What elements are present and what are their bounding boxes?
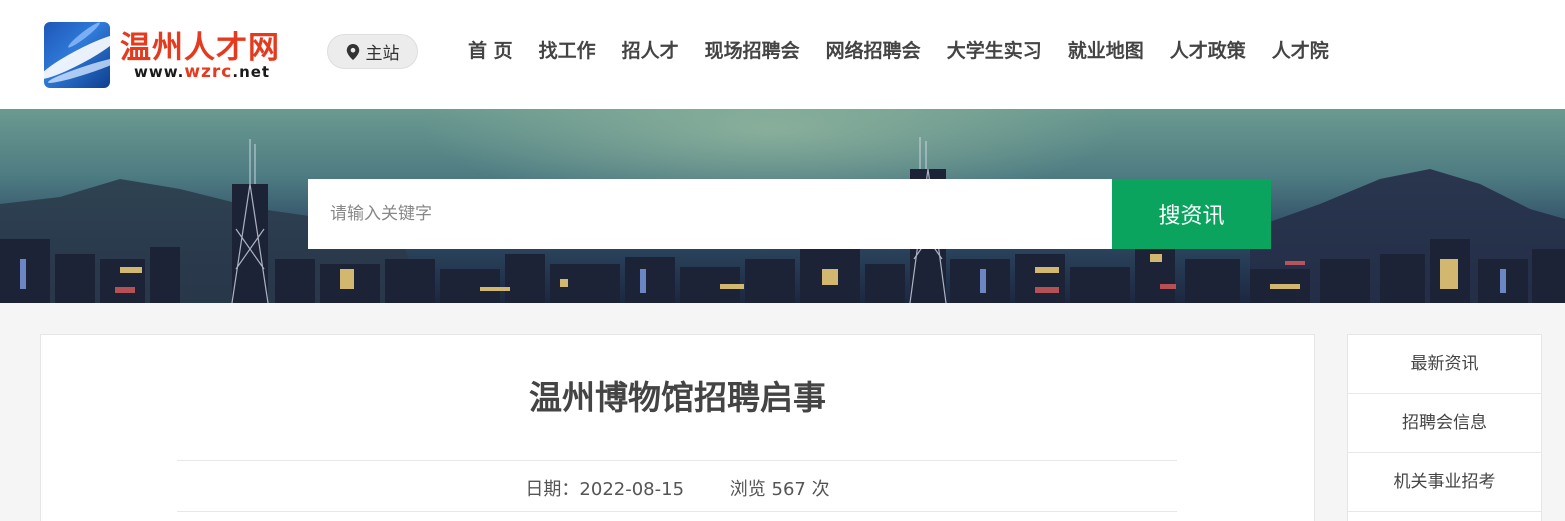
main-nav: 首 页 找工作 招人才 现场招聘会 网络招聘会 大学生实习 就业地图 人才政策 … bbox=[455, 37, 1342, 65]
nav-onsite-fair[interactable]: 现场招聘会 bbox=[692, 37, 813, 65]
sidebar: 最新资讯 招聘会信息 机关事业招考 bbox=[1347, 334, 1542, 521]
nav-recruit-talent[interactable]: 招人才 bbox=[609, 37, 692, 65]
article-date: 日期：2022-08-15 bbox=[525, 479, 685, 500]
sidebar-item-latest-news[interactable]: 最新资讯 bbox=[1348, 335, 1541, 394]
location-pin-icon bbox=[346, 43, 359, 60]
logo-title: 温州人才网 bbox=[120, 30, 280, 66]
article-title: 温州博物馆招聘启事 bbox=[529, 378, 826, 417]
article-views: 浏览 567 次 bbox=[729, 479, 830, 500]
site-switch-button[interactable]: 主站 bbox=[327, 34, 418, 69]
site-logo[interactable]: 温州人才网 www.wzrc.net bbox=[44, 22, 284, 90]
nav-talent-policy[interactable]: 人才政策 bbox=[1157, 37, 1259, 65]
logo-icon bbox=[44, 22, 110, 88]
search-button[interactable]: 搜资讯 bbox=[1112, 179, 1271, 249]
article-panel: 温州博物馆招聘启事 日期：2022-08-15 浏览 567 次 bbox=[40, 334, 1315, 521]
nav-find-job[interactable]: 找工作 bbox=[526, 37, 609, 65]
site-header: 温州人才网 www.wzrc.net 主站 首 页 找工作 招人才 现场招聘会 … bbox=[0, 0, 1565, 109]
divider bbox=[177, 511, 1177, 512]
nav-online-fair[interactable]: 网络招聘会 bbox=[813, 37, 934, 65]
logo-url: www.wzrc.net bbox=[134, 62, 271, 82]
search-input[interactable] bbox=[308, 179, 1112, 249]
nav-internship[interactable]: 大学生实习 bbox=[934, 37, 1055, 65]
sidebar-item-job-fair-info[interactable]: 招聘会信息 bbox=[1348, 394, 1541, 453]
site-switch-label: 主站 bbox=[365, 44, 400, 64]
nav-home[interactable]: 首 页 bbox=[455, 37, 526, 65]
nav-talent-institute[interactable]: 人才院 bbox=[1259, 37, 1342, 65]
search-bar: 搜资讯 bbox=[308, 179, 1271, 249]
article-meta: 日期：2022-08-15 浏览 567 次 bbox=[41, 475, 1314, 501]
nav-job-map[interactable]: 就业地图 bbox=[1055, 37, 1157, 65]
sidebar-item-civil-exams[interactable]: 机关事业招考 bbox=[1348, 453, 1541, 512]
divider bbox=[177, 460, 1177, 461]
